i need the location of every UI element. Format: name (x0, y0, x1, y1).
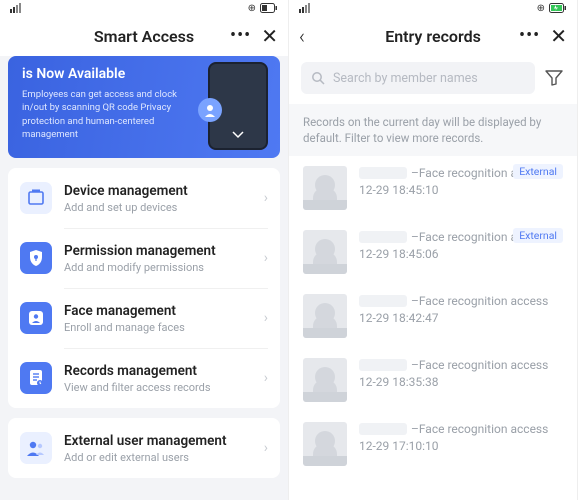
record-item[interactable]: –Face recognition access 12-29 18:35:38 (289, 348, 577, 412)
external-badge: External (513, 164, 563, 179)
search-row: Search by member names (289, 56, 577, 104)
page-title: Entry records (385, 27, 481, 46)
chevron-right-icon: › (264, 440, 268, 456)
more-icon[interactable]: ••• (230, 27, 251, 45)
signal-icon (10, 3, 21, 13)
chevron-right-icon: › (264, 250, 268, 266)
menu-face-management[interactable]: Face management Enroll and manage faces … (8, 288, 280, 348)
more-icon[interactable]: ••• (519, 27, 540, 45)
menu-title: Device management (64, 183, 252, 199)
records-icon (20, 362, 52, 394)
record-thumbnail (303, 230, 347, 274)
battery-charging-icon (549, 3, 567, 13)
menu-card-main: Device management Add and set up devices… (8, 168, 280, 408)
content-body: Search by member names Records on the cu… (289, 56, 577, 500)
signal-icon (299, 3, 310, 13)
content-body: is Now Available Employees can get acces… (0, 56, 288, 500)
hint-text: Records on the current day will be displ… (289, 104, 577, 156)
record-line: –Face recognition access (359, 422, 563, 436)
record-thumbnail (303, 166, 347, 210)
menu-sub: Add or edit external users (64, 451, 252, 464)
redacted-name (359, 295, 407, 307)
status-right: ⊕ (537, 3, 567, 14)
external-user-icon (20, 432, 52, 464)
menu-permission-management[interactable]: Permission management Add and modify per… (8, 228, 280, 288)
record-time: 12-29 18:45:06 (359, 247, 563, 261)
record-time: 12-29 18:42:47 (359, 311, 563, 325)
page-title: Smart Access (94, 27, 194, 46)
record-thumbnail (303, 294, 347, 338)
shield-icon (20, 242, 52, 274)
record-time: 12-29 18:35:38 (359, 375, 563, 389)
record-thumbnail (303, 422, 347, 466)
search-icon (311, 71, 325, 85)
menu-records-management[interactable]: Records management View and filter acces… (8, 348, 280, 408)
back-icon[interactable]: ‹ (299, 26, 305, 46)
menu-sub: Enroll and manage faces (64, 321, 252, 334)
menu-title: Permission management (64, 243, 252, 259)
status-bar: ⊕ (289, 0, 577, 16)
person-icon (198, 98, 222, 122)
chevron-right-icon: › (264, 370, 268, 386)
access-type: –Face recognition access (411, 294, 548, 308)
search-placeholder: Search by member names (333, 71, 478, 86)
orientation-lock-icon: ⊕ (248, 3, 256, 14)
nav-bar: ‹ Entry records ••• ✕ (289, 16, 577, 56)
access-type: –Face recognition access (411, 358, 548, 372)
close-icon[interactable]: ✕ (261, 26, 278, 46)
record-time: 12-29 18:45:10 (359, 183, 563, 197)
redacted-name (359, 231, 407, 243)
record-item[interactable]: –Face recognition access 12-29 17:10:10 (289, 412, 577, 476)
status-right: ⊕ (248, 3, 278, 14)
record-item[interactable]: –Face recognition access 12-29 18:42:47 (289, 284, 577, 348)
smart-access-screen: ⊕ Smart Access ••• ✕ is Now Available Em… (0, 0, 289, 500)
menu-sub: Add and modify permissions (64, 261, 252, 274)
menu-sub: View and filter access records (64, 381, 252, 394)
close-icon[interactable]: ✕ (550, 26, 567, 46)
nav-bar: Smart Access ••• ✕ (0, 16, 288, 56)
battery-icon (260, 3, 278, 13)
access-type: –Face recognition access (411, 422, 548, 436)
entry-records-screen: ⊕ ‹ Entry records ••• ✕ Search by member… (289, 0, 578, 500)
record-item[interactable]: External–Face recognition access12-29 18… (289, 220, 577, 284)
redacted-name (359, 359, 407, 371)
record-line: –Face recognition access (359, 358, 563, 372)
redacted-name (359, 423, 407, 435)
menu-title: Records management (64, 363, 252, 379)
redacted-name (359, 167, 407, 179)
menu-device-management[interactable]: Device management Add and set up devices… (8, 168, 280, 228)
search-input[interactable]: Search by member names (301, 62, 535, 94)
menu-external-user-management[interactable]: External user management Add or edit ext… (8, 418, 280, 478)
menu-title: Face management (64, 303, 252, 319)
record-thumbnail (303, 358, 347, 402)
menu-sub: Add and set up devices (64, 201, 252, 214)
device-icon (20, 182, 52, 214)
filter-button[interactable] (543, 70, 565, 86)
chevron-right-icon: › (264, 190, 268, 206)
orientation-lock-icon: ⊕ (537, 3, 545, 14)
menu-title: External user management (64, 433, 252, 449)
filter-icon (545, 70, 563, 86)
promo-banner[interactable]: is Now Available Employees can get acces… (8, 56, 280, 158)
record-time: 12-29 17:10:10 (359, 439, 563, 453)
records-list: External –Face recognition access 12-29 18… (289, 156, 577, 500)
chevron-right-icon: › (264, 310, 268, 326)
status-bar: ⊕ (0, 0, 288, 16)
banner-desc: Employees can get access and clock in/ou… (22, 88, 177, 141)
face-id-icon (20, 302, 52, 334)
external-badge: External (513, 228, 563, 243)
menu-card-external: External user management Add or edit ext… (8, 418, 280, 478)
record-item[interactable]: External–Face recognition access12-29 18… (289, 156, 577, 220)
record-line: –Face recognition access (359, 294, 563, 308)
